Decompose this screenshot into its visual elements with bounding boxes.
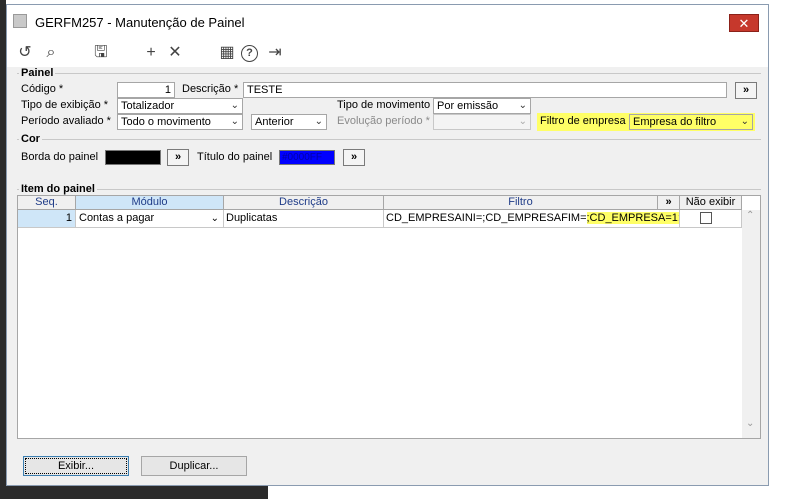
scroll-down-icon[interactable]: ⌄ [746, 418, 754, 429]
titulo-color-button[interactable]: » [343, 149, 365, 166]
filtro-empresa-select[interactable]: Empresa do filtro ⌄ [629, 114, 753, 130]
cell-filtro-plain: CD_EMPRESAINI=;CD_EMPRESAFIM= [386, 212, 587, 224]
save-icon[interactable]: 🖫 [91, 43, 111, 63]
chevron-down-icon: ⌄ [230, 116, 239, 127]
cor-group-line [17, 139, 761, 140]
chevron-down-icon: ⌄ [740, 116, 749, 127]
desktop-background-bottom [0, 486, 268, 499]
col-header-seq[interactable]: Seq. [18, 196, 76, 210]
descricao-label: Descrição * [182, 83, 239, 95]
help-icon[interactable]: ? [241, 45, 258, 62]
exibir-button[interactable]: Exibir... [23, 456, 129, 476]
window-title: GERFM257 - Manutenção de Painel [35, 15, 245, 30]
col-header-modulo[interactable]: Módulo [76, 196, 224, 210]
cor-group-title: Cor [19, 133, 42, 145]
desktop-background-right [770, 0, 785, 499]
duplicar-button[interactable]: Duplicar... [141, 456, 247, 476]
item-group-line [17, 189, 761, 190]
cell-seq[interactable]: 1 [18, 210, 76, 228]
tipo-exibicao-value: Totalizador [121, 100, 175, 112]
tipo-exibicao-select[interactable]: Totalizador ⌄ [117, 98, 243, 114]
item-group-title: Item do painel [19, 183, 97, 195]
periodo-2-value: Anterior [255, 116, 294, 128]
chevron-down-icon[interactable]: ⌄ [211, 210, 219, 227]
filtro-empresa-label: Filtro de empresa [540, 115, 626, 127]
cell-filtro[interactable]: CD_EMPRESAINI=;CD_EMPRESAFIM=;CD_EMPRESA… [384, 210, 680, 228]
add-icon[interactable]: + [141, 43, 161, 63]
chevron-down-icon: ⌄ [518, 116, 527, 127]
evolucao-label: Evolução período * [337, 115, 430, 127]
title-bar[interactable]: GERFM257 - Manutenção de Painel ✕ [7, 5, 768, 37]
titulo-color-swatch[interactable]: #0000FF [279, 150, 335, 165]
filtro-expand-button[interactable]: » [658, 196, 680, 210]
evolucao-select: ⌄ [433, 114, 531, 130]
filtro-empresa-value: Empresa do filtro [633, 116, 717, 128]
titulo-label: Título do painel [197, 151, 273, 163]
borda-label: Borda do painel [21, 151, 99, 163]
borda-color-swatch[interactable] [105, 150, 161, 165]
col-header-nao-exibir[interactable]: Não exibir [680, 196, 742, 210]
search-icon[interactable]: ⌕ [41, 43, 61, 63]
painel-group-title: Painel [19, 67, 56, 79]
cell-filtro-highlight: ;CD_EMPRESA=1;2 [586, 212, 679, 224]
grid-scrollbar[interactable]: ⌃ ⌄ [742, 210, 760, 438]
cell-descricao[interactable]: Duplicatas [224, 210, 384, 228]
tipo-exibicao-label: Tipo de exibição * [21, 99, 109, 111]
calendar-icon[interactable]: ▦ [217, 43, 237, 63]
chevron-down-icon: ⌄ [230, 100, 239, 111]
cell-nao-exibir [680, 210, 742, 228]
delete-icon[interactable]: ✕ [165, 43, 185, 63]
col-header-descricao[interactable]: Descrição [224, 196, 384, 210]
scroll-up-icon[interactable]: ⌃ [746, 210, 754, 221]
undo-icon[interactable]: ↺ [15, 43, 35, 63]
tipo-movimento-label: Tipo de movimento [337, 99, 431, 111]
items-grid: Seq. Módulo Descrição Filtro » Não exibi… [17, 195, 761, 439]
borda-color-button[interactable]: » [167, 149, 189, 166]
codigo-field[interactable]: 1 [117, 82, 175, 98]
app-icon [13, 14, 27, 28]
exit-icon[interactable]: ⇥ [265, 43, 285, 63]
descricao-field[interactable]: TESTE [243, 82, 727, 98]
periodo-2-select[interactable]: Anterior ⌄ [251, 114, 327, 130]
tipo-movimento-value: Por emissão [437, 100, 499, 112]
nao-exibir-checkbox[interactable] [700, 212, 712, 224]
col-header-filtro[interactable]: Filtro [384, 196, 658, 210]
tipo-movimento-select[interactable]: Por emissão ⌄ [433, 98, 531, 114]
cell-modulo-value: Contas a pagar [79, 212, 155, 224]
chevron-down-icon: ⌄ [314, 116, 323, 127]
periodo-label: Período avaliado * [21, 115, 111, 127]
descricao-lookup-button[interactable]: » [735, 82, 757, 99]
chevron-down-icon: ⌄ [518, 100, 527, 111]
close-button[interactable]: ✕ [729, 14, 759, 32]
cell-modulo[interactable]: Contas a pagar ⌄ [76, 210, 224, 228]
panel-maintenance-window: GERFM257 - Manutenção de Painel ✕ ↺ ⌕ 🖫 … [6, 4, 769, 486]
codigo-label: Código * [21, 83, 64, 95]
toolbar: ↺ ⌕ 🖫 + ✕ ▦ ? ⇥ [7, 37, 768, 67]
periodo-select[interactable]: Todo o movimento ⌄ [117, 114, 243, 130]
painel-group-line [17, 73, 761, 74]
periodo-value: Todo o movimento [121, 116, 211, 128]
